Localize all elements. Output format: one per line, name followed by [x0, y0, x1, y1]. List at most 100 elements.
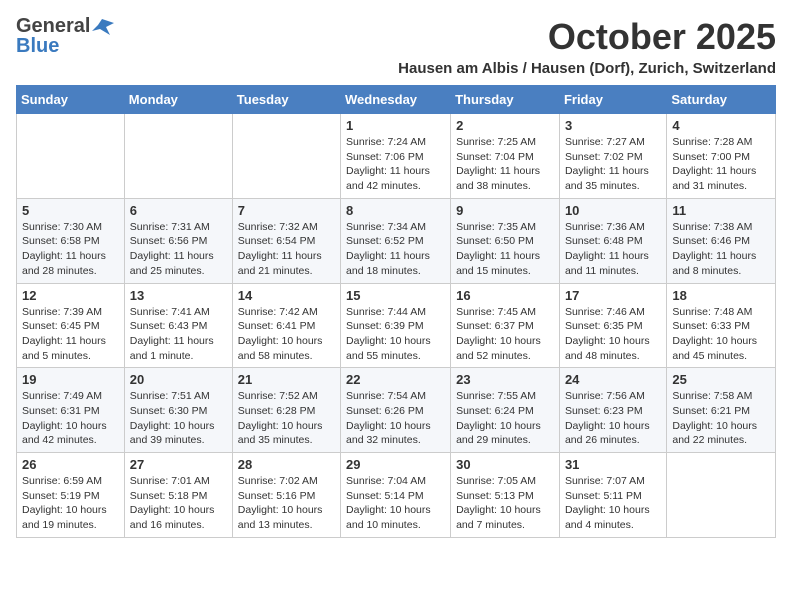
calendar-cell	[17, 114, 125, 199]
day-number: 16	[456, 288, 554, 303]
day-info: Sunrise: 7:30 AM Sunset: 6:58 PM Dayligh…	[22, 220, 119, 279]
day-info: Sunrise: 7:58 AM Sunset: 6:21 PM Dayligh…	[672, 389, 770, 448]
day-info: Sunrise: 7:51 AM Sunset: 6:30 PM Dayligh…	[130, 389, 227, 448]
day-info: Sunrise: 7:44 AM Sunset: 6:39 PM Dayligh…	[346, 305, 445, 364]
calendar-cell: 14 Sunrise: 7:42 AM Sunset: 6:41 PM Dayli…	[232, 283, 340, 368]
day-info: Sunrise: 7:49 AM Sunset: 6:31 PM Dayligh…	[22, 389, 119, 448]
day-info: Sunrise: 7:52 AM Sunset: 6:28 PM Dayligh…	[238, 389, 335, 448]
day-number: 11	[672, 203, 770, 218]
calendar-cell	[232, 114, 340, 199]
day-number: 24	[565, 372, 661, 387]
calendar-header-tuesday: Tuesday	[232, 86, 340, 114]
calendar-cell: 4 Sunrise: 7:28 AM Sunset: 7:00 PM Daylig…	[667, 114, 776, 199]
day-number: 3	[565, 118, 661, 133]
calendar-header-thursday: Thursday	[451, 86, 560, 114]
day-number: 19	[22, 372, 119, 387]
logo-blue-text: Blue	[16, 35, 59, 57]
day-number: 18	[672, 288, 770, 303]
day-number: 7	[238, 203, 335, 218]
calendar-header-friday: Friday	[559, 86, 666, 114]
calendar-cell: 16 Sunrise: 7:45 AM Sunset: 6:37 PM Dayli…	[451, 283, 560, 368]
day-number: 17	[565, 288, 661, 303]
day-number: 26	[22, 457, 119, 472]
page-header: General Blue October 2025 Hausen am Albi…	[16, 16, 776, 77]
calendar-cell: 25 Sunrise: 7:58 AM Sunset: 6:21 PM Dayli…	[667, 368, 776, 453]
day-number: 2	[456, 118, 554, 133]
calendar-week-3: 12 Sunrise: 7:39 AM Sunset: 6:45 PM Dayli…	[17, 283, 776, 368]
day-number: 9	[456, 203, 554, 218]
day-number: 12	[22, 288, 119, 303]
calendar-cell: 3 Sunrise: 7:27 AM Sunset: 7:02 PM Daylig…	[559, 114, 666, 199]
calendar-cell: 1Sunrise: 7:24 AM Sunset: 7:06 PM Daylig…	[341, 114, 451, 199]
calendar-week-2: 5 Sunrise: 7:30 AM Sunset: 6:58 PM Daylig…	[17, 198, 776, 283]
calendar-cell: 6Sunrise: 7:31 AM Sunset: 6:56 PM Daylig…	[124, 198, 232, 283]
day-info: Sunrise: 7:42 AM Sunset: 6:41 PM Dayligh…	[238, 305, 335, 364]
calendar-cell: 12 Sunrise: 7:39 AM Sunset: 6:45 PM Dayli…	[17, 283, 125, 368]
calendar-cell: 5 Sunrise: 7:30 AM Sunset: 6:58 PM Daylig…	[17, 198, 125, 283]
day-info: Sunrise: 7:34 AM Sunset: 6:52 PM Dayligh…	[346, 220, 445, 279]
day-number: 1	[346, 118, 445, 133]
calendar-cell: 18 Sunrise: 7:48 AM Sunset: 6:33 PM Dayli…	[667, 283, 776, 368]
calendar-cell: 27 Sunrise: 7:01 AM Sunset: 5:18 PM Dayli…	[124, 453, 232, 538]
day-number: 22	[346, 372, 445, 387]
day-info: Sunrise: 7:32 AM Sunset: 6:54 PM Dayligh…	[238, 220, 335, 279]
day-info: Sunrise: 7:45 AM Sunset: 6:37 PM Dayligh…	[456, 305, 554, 364]
calendar-week-5: 26 Sunrise: 6:59 AM Sunset: 5:19 PM Dayli…	[17, 453, 776, 538]
calendar-cell: 9 Sunrise: 7:35 AM Sunset: 6:50 PM Daylig…	[451, 198, 560, 283]
calendar-cell	[667, 453, 776, 538]
day-info: Sunrise: 6:59 AM Sunset: 5:19 PM Dayligh…	[22, 474, 119, 533]
day-info: Sunrise: 7:28 AM Sunset: 7:00 PM Dayligh…	[672, 135, 770, 194]
day-info: Sunrise: 7:39 AM Sunset: 6:45 PM Dayligh…	[22, 305, 119, 364]
day-number: 4	[672, 118, 770, 133]
day-number: 21	[238, 372, 335, 387]
location-title: Hausen am Albis / Hausen (Dorf), Zurich,…	[398, 60, 776, 77]
calendar-cell: 28Sunrise: 7:02 AM Sunset: 5:16 PM Dayli…	[232, 453, 340, 538]
day-info: Sunrise: 7:41 AM Sunset: 6:43 PM Dayligh…	[130, 305, 227, 364]
day-info: Sunrise: 7:01 AM Sunset: 5:18 PM Dayligh…	[130, 474, 227, 533]
day-number: 13	[130, 288, 227, 303]
title-section: October 2025 Hausen am Albis / Hausen (D…	[398, 16, 776, 77]
day-number: 5	[22, 203, 119, 218]
calendar-cell: 26 Sunrise: 6:59 AM Sunset: 5:19 PM Dayli…	[17, 453, 125, 538]
day-info: Sunrise: 7:46 AM Sunset: 6:35 PM Dayligh…	[565, 305, 661, 364]
logo-bird-icon	[92, 17, 114, 35]
day-number: 23	[456, 372, 554, 387]
day-info: Sunrise: 7:04 AM Sunset: 5:14 PM Dayligh…	[346, 474, 445, 533]
calendar-cell: 31 Sunrise: 7:07 AM Sunset: 5:11 PM Dayli…	[559, 453, 666, 538]
day-info: Sunrise: 7:07 AM Sunset: 5:11 PM Dayligh…	[565, 474, 661, 533]
day-info: Sunrise: 7:36 AM Sunset: 6:48 PM Dayligh…	[565, 220, 661, 279]
day-number: 20	[130, 372, 227, 387]
day-info: Sunrise: 7:05 AM Sunset: 5:13 PM Dayligh…	[456, 474, 554, 533]
day-number: 31	[565, 457, 661, 472]
calendar-header-saturday: Saturday	[667, 86, 776, 114]
calendar-cell: 29 Sunrise: 7:04 AM Sunset: 5:14 PM Dayli…	[341, 453, 451, 538]
calendar-header-sunday: Sunday	[17, 86, 125, 114]
calendar-cell: 11 Sunrise: 7:38 AM Sunset: 6:46 PM Dayli…	[667, 198, 776, 283]
calendar-table: SundayMondayTuesdayWednesdayThursdayFrid…	[16, 85, 776, 538]
day-number: 30	[456, 457, 554, 472]
day-info: Sunrise: 7:27 AM Sunset: 7:02 PM Dayligh…	[565, 135, 661, 194]
calendar-cell: 30 Sunrise: 7:05 AM Sunset: 5:13 PM Dayli…	[451, 453, 560, 538]
day-number: 25	[672, 372, 770, 387]
calendar-cell: 7 Sunrise: 7:32 AM Sunset: 6:54 PM Daylig…	[232, 198, 340, 283]
day-info: Sunrise: 7:48 AM Sunset: 6:33 PM Dayligh…	[672, 305, 770, 364]
logo-general-text: General	[16, 16, 90, 36]
day-number: 28	[238, 457, 335, 472]
month-title: October 2025	[398, 16, 776, 58]
calendar-header-row: SundayMondayTuesdayWednesdayThursdayFrid…	[17, 86, 776, 114]
day-info: Sunrise: 7:54 AM Sunset: 6:26 PM Dayligh…	[346, 389, 445, 448]
calendar-cell: 22 Sunrise: 7:54 AM Sunset: 6:26 PM Dayli…	[341, 368, 451, 453]
calendar-cell: 21 Sunrise: 7:52 AM Sunset: 6:28 PM Dayli…	[232, 368, 340, 453]
day-info: Sunrise: 7:35 AM Sunset: 6:50 PM Dayligh…	[456, 220, 554, 279]
day-number: 6	[130, 203, 227, 218]
day-info: Sunrise: 7:38 AM Sunset: 6:46 PM Dayligh…	[672, 220, 770, 279]
day-info: Sunrise: 7:56 AM Sunset: 6:23 PM Dayligh…	[565, 389, 661, 448]
day-number: 8	[346, 203, 445, 218]
calendar-cell: 24 Sunrise: 7:56 AM Sunset: 6:23 PM Dayli…	[559, 368, 666, 453]
calendar-cell: 2Sunrise: 7:25 AM Sunset: 7:04 PM Daylig…	[451, 114, 560, 199]
day-number: 29	[346, 457, 445, 472]
calendar-header-wednesday: Wednesday	[341, 86, 451, 114]
day-number: 14	[238, 288, 335, 303]
calendar-cell: 15Sunrise: 7:44 AM Sunset: 6:39 PM Dayli…	[341, 283, 451, 368]
day-number: 27	[130, 457, 227, 472]
